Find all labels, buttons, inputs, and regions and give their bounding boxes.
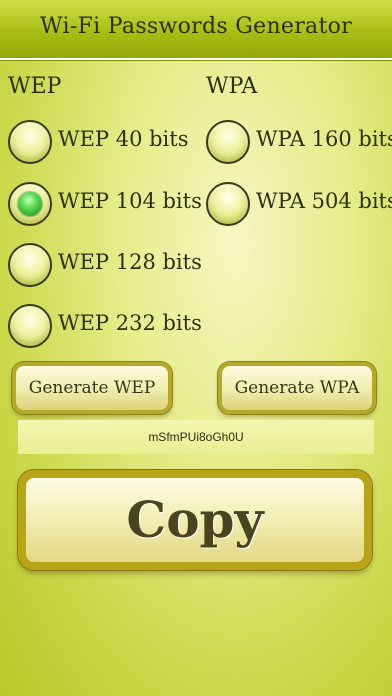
radio-button[interactable] [206,182,250,226]
title-bar: Wi-Fi Passwords Generator [0,0,392,60]
option-label: WEP 128 bits [58,250,202,274]
radio-button[interactable] [8,304,52,348]
option-wpa-504[interactable]: WPA 504 bits [206,182,392,228]
generate-wep-button[interactable]: Generate WEP [12,362,172,414]
wpa-section-label: WPA [206,74,258,99]
option-wpa-160[interactable]: WPA 160 bits [206,120,392,166]
option-label: WEP 232 bits [58,311,202,335]
option-wep-40[interactable]: WEP 40 bits [8,120,198,166]
copy-button[interactable]: Copy [18,470,372,570]
radio-button[interactable] [8,243,52,287]
option-wep-128[interactable]: WEP 128 bits [8,243,202,289]
option-label: WEP 40 bits [58,127,189,151]
radio-button[interactable] [206,120,250,164]
option-wep-232[interactable]: WEP 232 bits [8,304,202,350]
option-label: WEP 104 bits [58,189,202,213]
password-output[interactable]: mSfmPUi8oGh0U [18,420,374,454]
radio-button-selected[interactable] [8,182,52,226]
radio-button[interactable] [8,120,52,164]
option-wep-104[interactable]: WEP 104 bits [8,182,202,228]
wep-section-label: WEP [8,74,62,99]
option-label: WPA 160 bits [256,127,392,151]
generate-wpa-button[interactable]: Generate WPA [218,362,376,414]
option-label: WPA 504 bits [256,189,392,213]
app-title: Wi-Fi Passwords Generator [40,14,352,39]
